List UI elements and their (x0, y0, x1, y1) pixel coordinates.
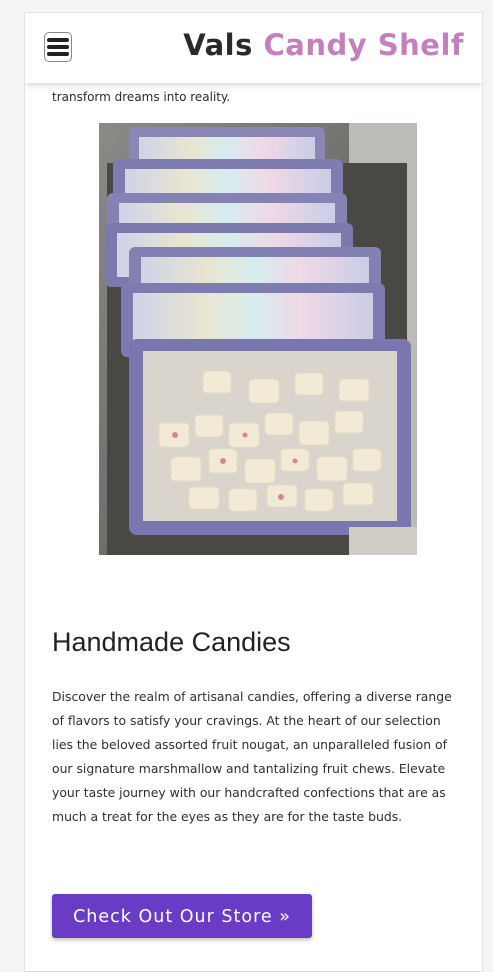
menu-bar (47, 52, 69, 56)
brand-name-part1: Vals (183, 28, 253, 62)
menu-bar (47, 45, 69, 49)
store-cta-button[interactable]: Check Out Our Store » (52, 894, 312, 938)
intro-text: transform dreams into reality. (52, 90, 231, 104)
site-brand[interactable]: Vals Candy Shelf (183, 28, 464, 62)
section-heading: Handmade Candies (52, 627, 291, 657)
brand-name-part2: Candy Shelf (263, 28, 464, 62)
candy-photo (99, 123, 417, 555)
hamburger-menu-icon[interactable] (44, 32, 72, 62)
menu-bar (47, 38, 69, 42)
page-container: Vals Candy Shelf transform dreams into r… (24, 12, 483, 972)
section-paragraph: Discover the realm of artisanal candies,… (52, 689, 452, 824)
site-header: Vals Candy Shelf (25, 13, 482, 83)
